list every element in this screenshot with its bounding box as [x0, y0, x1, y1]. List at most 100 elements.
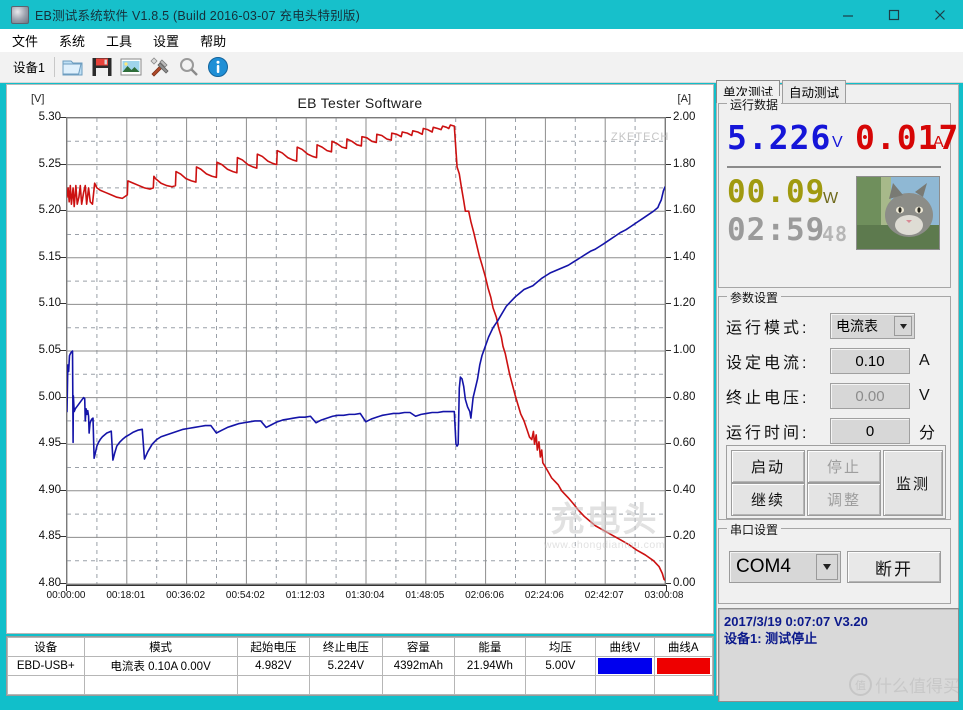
- cat-photo: [856, 176, 940, 250]
- open-folder-icon[interactable]: [61, 55, 85, 79]
- cell-empty: [524, 675, 597, 695]
- cutoff-voltage-input[interactable]: 0.00: [830, 383, 910, 409]
- y-tick-left: 4.95: [38, 437, 61, 450]
- cell-device: EBD-USB+: [7, 656, 85, 676]
- chart-panel: EB Tester Software [V] [A] 5.30 5.25 5.20 5…: [6, 84, 714, 634]
- y-tick-right: 0.00: [673, 577, 696, 589]
- cell-empty: [309, 675, 383, 695]
- status-log[interactable]: 2017/3/19 0:07:07 V3.20 设备1: 测试停止 值 什么值得…: [718, 608, 959, 702]
- run-time-label: 运行时间:: [726, 425, 810, 442]
- monitor-button[interactable]: 监测: [883, 450, 943, 516]
- y-tick-left: 5.30: [38, 111, 61, 123]
- menu-item-system[interactable]: 系统: [50, 29, 94, 52]
- parameter-group: 参数设置 运行模式: 电流表 设定电流: 0.10 A 终止电压: 0.00 V: [718, 289, 951, 520]
- app-icon: [11, 5, 29, 24]
- smzdm-text: 什么值得买: [875, 677, 959, 696]
- y-axis-label-right: [A]: [677, 93, 691, 105]
- control-buttons-group: 启动 停止 继续 调整 监测: [726, 445, 946, 519]
- cell-mode: 电流表 0.10A 0.00V: [83, 656, 238, 676]
- set-current-unit: A: [919, 352, 930, 369]
- disconnect-button[interactable]: 断开: [847, 551, 941, 583]
- start-button[interactable]: 启动: [731, 450, 805, 483]
- y-axis-label-left: [V]: [31, 93, 45, 105]
- tools-icon[interactable]: [148, 55, 172, 79]
- x-tick: 02:24:06: [524, 590, 564, 601]
- cat-photo-image: [857, 177, 939, 249]
- y-tick-left: 4.90: [38, 483, 61, 496]
- x-tick: 02:06:06: [465, 590, 505, 601]
- x-tick: 02:42:07: [584, 590, 624, 601]
- chart-title: EB Tester Software: [297, 95, 423, 111]
- info-icon[interactable]: [206, 55, 230, 79]
- cell-empty: [454, 675, 526, 695]
- chevron-down-icon[interactable]: [816, 554, 838, 580]
- summary-table-panel: 设备 模式 起始电压 终止电压 容量 能量 均压 曲线V 曲线A EBD-USB…: [6, 636, 714, 696]
- y-tick-right: 0.60: [673, 437, 696, 450]
- col-energy: 能量: [454, 637, 526, 657]
- serial-port-group-title: 串口设置: [727, 521, 782, 538]
- maximize-button[interactable]: [871, 0, 917, 29]
- chongdiantou-watermark: 充电头 www.chongdiantou.com: [507, 503, 702, 551]
- watermark-title: 充电头: [550, 501, 659, 539]
- menu-item-help[interactable]: 帮助: [191, 29, 235, 52]
- cell-curve-a-swatch[interactable]: [653, 656, 714, 676]
- col-start-voltage: 起始电压: [236, 637, 311, 657]
- y-tick-right: 2.00: [673, 111, 696, 123]
- toolbar-separator: [53, 57, 55, 77]
- menu-item-file[interactable]: 文件: [3, 29, 47, 52]
- y-tick-left: 5.00: [38, 390, 61, 403]
- run-time-input[interactable]: 0: [830, 418, 910, 444]
- menu-item-tools[interactable]: 工具: [97, 29, 141, 52]
- close-button[interactable]: [917, 0, 963, 29]
- search-icon[interactable]: [177, 55, 201, 79]
- save-floppy-icon[interactable]: [90, 55, 114, 79]
- table-row[interactable]: EBD-USB+ 电流表 0.10A 0.00V 4.982V 5.224V 4…: [7, 656, 714, 676]
- cell-curve-v-swatch[interactable]: [595, 656, 655, 676]
- image-export-icon[interactable]: [119, 55, 143, 79]
- elapsed-seconds-readout: 48: [822, 222, 849, 246]
- y-tick-right: 1.60: [673, 204, 696, 217]
- table-row-empty[interactable]: [7, 675, 714, 695]
- set-current-input[interactable]: 0.10: [830, 348, 910, 374]
- cell-empty: [595, 675, 655, 695]
- adjust-button[interactable]: 调整: [807, 483, 881, 516]
- mode-select-value: 电流表: [836, 318, 878, 334]
- smzdm-watermark: 值 什么值得买: [849, 672, 959, 697]
- smzdm-mark: 值: [849, 673, 872, 696]
- y-tick-left: 5.05: [38, 344, 61, 356]
- stop-button[interactable]: 停止: [807, 450, 881, 483]
- cell-start-voltage: 4.982V: [236, 656, 311, 676]
- y-tick-left: 5.20: [38, 204, 61, 217]
- col-mode: 模式: [83, 637, 238, 657]
- y-tick-left: 5.25: [38, 157, 61, 170]
- menu-item-settings[interactable]: 设置: [144, 29, 188, 52]
- continue-button[interactable]: 继续: [731, 483, 805, 516]
- col-curve-a: 曲线A: [653, 637, 714, 657]
- cell-empty: [7, 675, 85, 695]
- cell-energy: 21.94Wh: [454, 656, 526, 676]
- tab-auto-test[interactable]: 自动测试: [782, 80, 847, 103]
- readout-divider: [727, 166, 941, 168]
- y-tick-right: 1.40: [673, 250, 696, 263]
- device-tab-1[interactable]: 设备1: [8, 55, 50, 79]
- x-tick: 01:48:05: [405, 590, 445, 601]
- current-unit: A: [933, 134, 944, 151]
- cell-empty: [653, 675, 714, 695]
- chevron-down-icon[interactable]: [894, 316, 912, 336]
- minimize-button[interactable]: [825, 0, 871, 29]
- cell-end-voltage: 5.224V: [309, 656, 383, 676]
- cell-empty: [83, 675, 238, 695]
- y-tick-right: 0.80: [673, 390, 696, 403]
- serial-port-group: 串口设置 COM4 断开: [718, 521, 951, 604]
- run-data-group-title: 运行数据: [727, 96, 782, 113]
- y-tick-right: 1.80: [673, 157, 696, 170]
- mode-row: 运行模式: 电流表: [726, 311, 946, 341]
- com-port-select[interactable]: COM4: [729, 551, 841, 583]
- y-tick-right: 0.40: [673, 483, 696, 496]
- mode-select[interactable]: 电流表: [830, 313, 915, 339]
- cell-empty: [236, 675, 311, 695]
- mode-label: 运行模式:: [726, 320, 810, 337]
- col-avg-voltage: 均压: [524, 637, 597, 657]
- col-capacity: 容量: [381, 637, 456, 657]
- y-tick-right: 1.00: [673, 344, 696, 356]
